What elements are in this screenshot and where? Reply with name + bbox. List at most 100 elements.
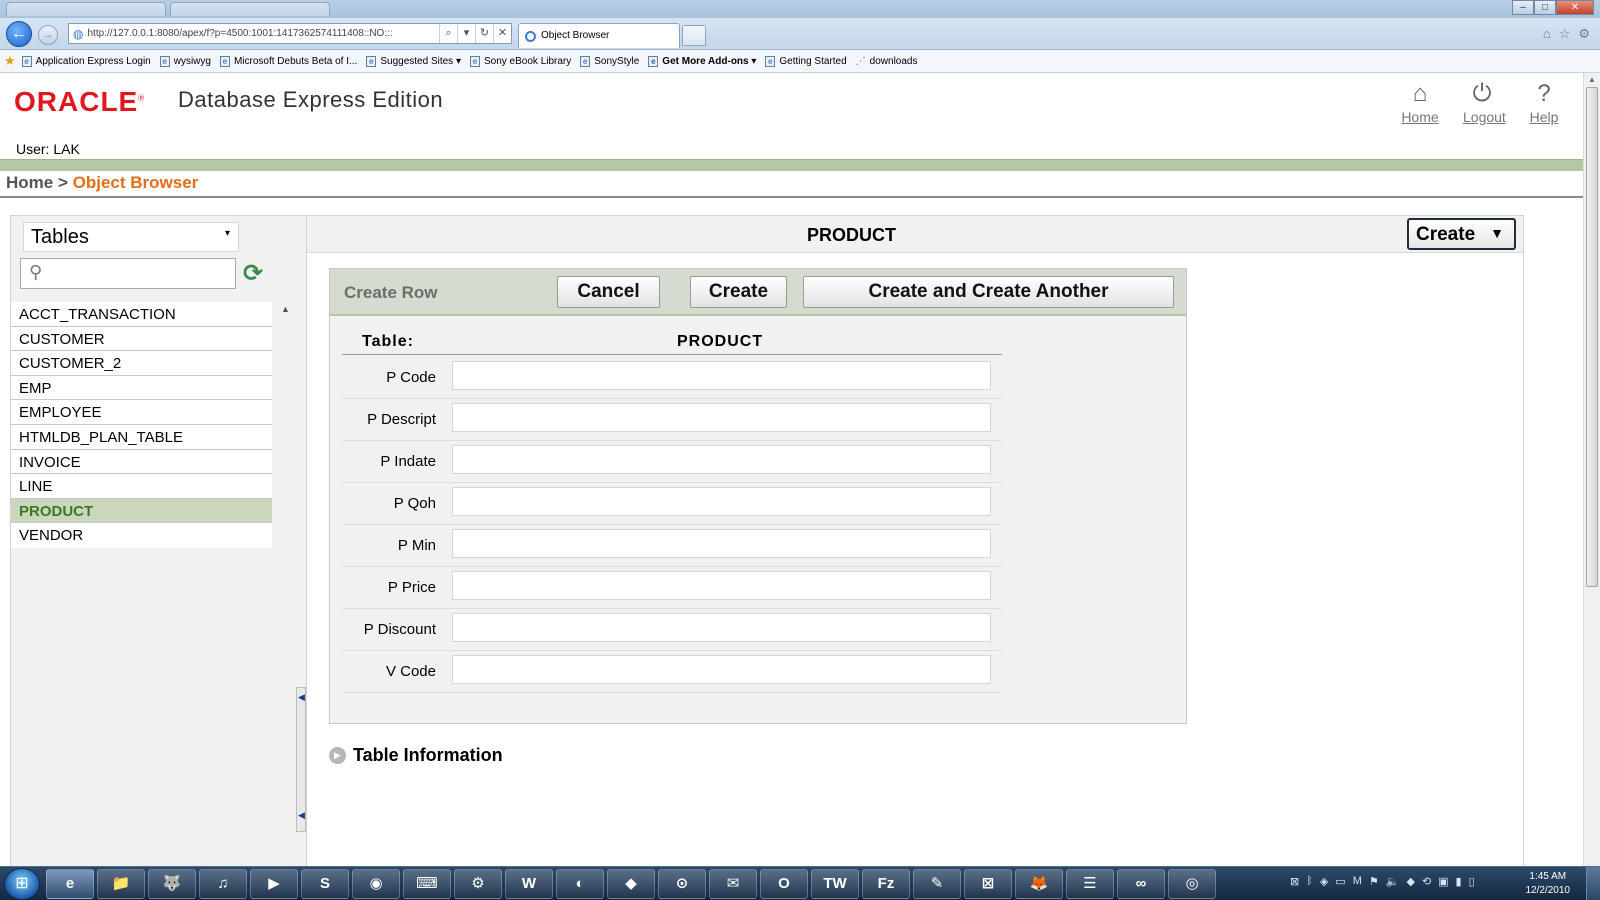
table-information-toggle[interactable]: ▶ Table Information (329, 745, 503, 766)
taskbar-app-skype[interactable]: S (301, 869, 349, 899)
start-button[interactable]: ⊞ (4, 868, 40, 900)
table-list-item[interactable]: CUSTOMER_2 (11, 351, 272, 376)
panel-splitter[interactable]: ◀ ◀ (296, 687, 306, 832)
scroll-up-icon[interactable]: ▲ (1588, 75, 1596, 84)
favorite-link[interactable]: e SonyStyle (580, 55, 639, 67)
battery-icon[interactable]: ▯ (1469, 875, 1475, 888)
p-price-input[interactable] (452, 571, 991, 600)
taskbar-app[interactable]: ∞ (1117, 869, 1165, 899)
taskbar-app[interactable]: ◎ (1168, 869, 1216, 899)
p-discount-input[interactable] (452, 613, 991, 642)
nav-logout[interactable]: ⏻ Logout (1463, 79, 1506, 125)
favorite-link[interactable]: e Application Express Login (21, 55, 151, 67)
taskbar-app-opera[interactable]: O (760, 869, 808, 899)
address-url[interactable]: http://127.0.0.1:8080/apex/f?p=4500:1001… (83, 28, 439, 39)
page-scrollbar-thumb[interactable] (1586, 87, 1598, 587)
taskbar-app[interactable]: ⊙ (658, 869, 706, 899)
address-bar[interactable]: ◍ http://127.0.0.1:8080/apex/f?p=4500:10… (68, 23, 512, 44)
table-list-item[interactable]: EMP (11, 375, 272, 401)
refresh-page-button[interactable]: ↻ (475, 24, 493, 43)
taskbar-app[interactable]: ⌨ (403, 869, 451, 899)
tray-icon[interactable]: ◆ (1406, 875, 1414, 888)
taskbar-app[interactable]: 🐺 (148, 869, 196, 899)
p-descript-input[interactable] (452, 403, 991, 432)
new-tab-button[interactable] (682, 25, 706, 46)
tools-gear-icon[interactable]: ⚙ (1578, 26, 1590, 42)
favorite-link[interactable]: e wysiwyg (159, 55, 211, 67)
taskbar-app-xampp[interactable]: ⊠ (964, 869, 1012, 899)
create-and-create-another-button[interactable]: Create and Create Another (803, 276, 1174, 308)
taskbar-app[interactable]: ◐ (556, 869, 604, 899)
taskbar-app[interactable]: ◆ (607, 869, 655, 899)
address-dropdown-icon[interactable]: ▾ (457, 24, 475, 43)
favorite-link[interactable]: ⋰ downloads (856, 56, 918, 67)
taskbar-app-explorer[interactable]: 📁 (97, 869, 145, 899)
taskbar-app[interactable]: TW (811, 869, 859, 899)
show-desktop-button[interactable] (1586, 867, 1600, 900)
address-search-icon[interactable]: ⌕ (439, 24, 457, 43)
nav-help-label[interactable]: Help (1525, 109, 1563, 125)
flag-icon[interactable]: ⚑ (1369, 875, 1379, 888)
table-list-item[interactable]: ACCT_TRANSACTION (11, 302, 272, 327)
tray-icon[interactable]: ⊠ (1290, 875, 1299, 888)
signal-icon[interactable]: ▮ (1456, 875, 1462, 888)
bluetooth-icon[interactable]: ᛒ (1306, 875, 1313, 888)
table-list-item[interactable]: VENDOR (11, 523, 272, 548)
table-list-item[interactable]: INVOICE (11, 449, 272, 475)
favorite-link[interactable]: e Getting Started (765, 55, 847, 67)
taskbar-app-firefox[interactable]: 🦊 (1015, 869, 1063, 899)
tray-icon[interactable]: ▣ (1438, 875, 1448, 888)
refresh-icon[interactable]: ⟳ (243, 259, 263, 288)
p-indate-input[interactable] (452, 445, 991, 474)
p-min-input[interactable] (452, 529, 991, 558)
volume-icon[interactable]: 🔈 (1386, 875, 1400, 888)
table-list-item-selected[interactable]: PRODUCT (11, 498, 272, 524)
create-button[interactable]: Create (690, 276, 787, 308)
nav-home[interactable]: ⌂ Home (1401, 79, 1439, 125)
back-button[interactable]: ← (6, 21, 32, 47)
taskbar-app-itunes[interactable]: ♫ (199, 869, 247, 899)
close-window-button[interactable]: ✕ (1556, 0, 1594, 15)
favorite-link[interactable]: e Get More Add-ons ▾ (648, 55, 756, 67)
forward-button[interactable]: → (38, 25, 58, 45)
favorite-link[interactable]: e Suggested Sites ▾ (366, 55, 461, 67)
favorite-link[interactable]: e Microsoft Debuts Beta of I... (219, 55, 357, 67)
favorites-add-star-icon[interactable]: ★ (4, 53, 16, 69)
browser-tab-background-2[interactable] (170, 2, 330, 16)
taskbar-app[interactable]: ⚙ (454, 869, 502, 899)
home-browser-icon[interactable]: ⌂ (1543, 26, 1551, 42)
table-list-item[interactable]: CUSTOMER (11, 326, 272, 352)
p-qoh-input[interactable] (452, 487, 991, 516)
create-menu-button[interactable]: Create ▼ (1407, 218, 1516, 250)
system-clock[interactable]: 1:45 AM 12/2/2010 (1526, 870, 1571, 898)
taskbar-app-word[interactable]: W (505, 869, 553, 899)
object-search-input[interactable]: ⚲ (20, 258, 236, 289)
object-type-select[interactable]: Tables ▾ (23, 222, 239, 252)
p-code-input[interactable] (452, 361, 991, 390)
minimize-button[interactable]: – (1512, 0, 1534, 15)
browser-tab-background-1[interactable] (6, 2, 166, 16)
maximize-button[interactable]: □ (1534, 0, 1556, 15)
table-list-item[interactable]: EMPLOYEE (11, 400, 272, 425)
breadcrumb-home[interactable]: Home (6, 173, 53, 192)
tray-icon[interactable]: ◈ (1320, 875, 1328, 888)
nav-home-label[interactable]: Home (1401, 109, 1439, 125)
scroll-up-icon[interactable]: ▲ (281, 304, 290, 314)
tray-icon[interactable]: M (1353, 875, 1362, 888)
tray-icon[interactable]: ⟲ (1422, 875, 1431, 888)
taskbar-app-media-player[interactable]: ▶ (250, 869, 298, 899)
taskbar-app-internet-explorer[interactable]: e (46, 869, 94, 899)
stop-page-button[interactable]: ✕ (493, 24, 511, 43)
tab-object-browser[interactable]: Object Browser (518, 23, 680, 48)
favorite-link[interactable]: e Sony eBook Library (469, 55, 571, 67)
taskbar-app[interactable]: ✎ (913, 869, 961, 899)
taskbar-app-filezilla[interactable]: Fz (862, 869, 910, 899)
tray-icon[interactable]: ▭ (1335, 875, 1345, 888)
taskbar-app-chrome[interactable]: ◉ (352, 869, 400, 899)
favorites-star-icon[interactable]: ☆ (1559, 26, 1571, 42)
nav-help[interactable]: ? Help (1525, 79, 1563, 125)
page-scrollbar[interactable]: ▲ (1583, 73, 1600, 866)
taskbar-app[interactable]: ☰ (1066, 869, 1114, 899)
collapse-left-icon[interactable]: ◀ (298, 692, 305, 703)
cancel-button[interactable]: Cancel (557, 276, 660, 308)
